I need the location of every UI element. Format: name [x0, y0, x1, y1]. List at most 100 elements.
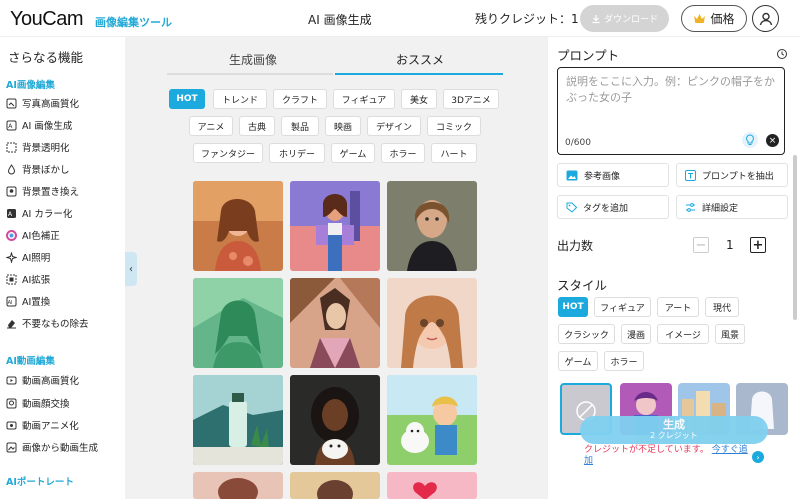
- add-tag-button[interactable]: タグを追加: [557, 195, 669, 219]
- tag-comic[interactable]: コミック: [427, 116, 481, 136]
- tab-underline-inactive: [167, 73, 333, 75]
- style-tag-art[interactable]: アート: [657, 297, 699, 317]
- sidebar-section-image: AI画像編集: [6, 80, 55, 91]
- sidebar-item-expand[interactable]: AI拡張: [6, 269, 50, 289]
- gallery-image[interactable]: [193, 472, 283, 499]
- tag-trend[interactable]: トレンド: [213, 89, 267, 109]
- sidebar-item-image-to-video[interactable]: 画像から動画生成: [6, 437, 98, 457]
- sidebar-item-bg-blur[interactable]: 背景ぼかし: [6, 159, 70, 179]
- app-logo[interactable]: YouCam: [10, 8, 83, 31]
- download-icon: [592, 14, 600, 23]
- sidebar-item-video-anime[interactable]: 動画アニメ化: [6, 415, 79, 435]
- tag-product[interactable]: 製品: [281, 116, 319, 136]
- reference-image-label: 参考画像: [584, 171, 621, 182]
- sidebar-item-colorize[interactable]: A AI カラー化: [6, 203, 72, 223]
- panel-scrollbar[interactable]: [793, 155, 797, 320]
- tag-craft[interactable]: クラフト: [273, 89, 327, 109]
- sidebar-section-video: AI動画編集: [6, 356, 55, 367]
- gallery-image[interactable]: [193, 375, 283, 465]
- video-anime-icon: [6, 420, 17, 431]
- tag-3d-anime[interactable]: 3Dアニメ: [443, 89, 499, 109]
- prompt-input[interactable]: 説明をここに入力。例：ピンクの帽子をかぶった女の子 0/600 ×: [557, 67, 785, 155]
- style-tag-hot[interactable]: HOT: [558, 297, 588, 317]
- sparkle-icon: [6, 251, 17, 263]
- sidebar-item-enhance[interactable]: 写真高画質化: [6, 93, 79, 113]
- tag-horror[interactable]: ホラー: [381, 143, 425, 163]
- gallery-image[interactable]: [387, 181, 477, 271]
- credits-remaining: 残りクレジット：1: [475, 12, 579, 26]
- style-tag-classic[interactable]: クラシック: [558, 324, 615, 344]
- gallery-image[interactable]: [193, 278, 283, 368]
- advanced-settings-button[interactable]: 詳細設定: [676, 195, 788, 219]
- sidebar-item-color-correct[interactable]: AI色補正: [6, 225, 60, 245]
- color-wheel-icon: [6, 229, 17, 241]
- gallery-image[interactable]: [290, 181, 380, 271]
- tag-design[interactable]: デザイン: [367, 116, 421, 136]
- sidebar-item-object-remove[interactable]: 不要なもの除去: [6, 313, 89, 333]
- price-label: 価格: [710, 12, 735, 26]
- svg-text:A: A: [8, 123, 13, 130]
- lightbulb-icon[interactable]: [742, 132, 758, 148]
- sidebar-item-label: 背景透明化: [22, 143, 70, 154]
- sidebar-item-replace[interactable]: AI AI置換: [6, 291, 50, 311]
- gallery-image[interactable]: [193, 181, 283, 271]
- style-tag-image[interactable]: イメージ: [657, 324, 709, 344]
- user-icon: [759, 12, 772, 25]
- gallery-image[interactable]: [290, 472, 380, 499]
- tag-movie[interactable]: 映画: [325, 116, 361, 136]
- gallery-image[interactable]: [290, 375, 380, 465]
- generate-cost: 2 クレジット: [650, 431, 698, 440]
- crown-icon: [694, 14, 706, 23]
- decrement-button[interactable]: −: [693, 237, 709, 253]
- history-icon[interactable]: [776, 48, 788, 63]
- clear-icon[interactable]: ×: [766, 134, 779, 147]
- sidebar-item-lighting[interactable]: AI照明: [6, 247, 50, 267]
- tag-figure[interactable]: フィギュア: [333, 89, 395, 109]
- sidebar-item-bg-replace[interactable]: 背景置き換え: [6, 181, 79, 201]
- gallery-image[interactable]: [387, 375, 477, 465]
- download-button[interactable]: ダウンロード: [580, 5, 669, 32]
- sidebar-item-video-enhance[interactable]: 動画高画質化: [6, 370, 79, 390]
- gallery-image[interactable]: [387, 278, 477, 368]
- price-button[interactable]: 価格: [681, 5, 747, 32]
- tag-fantasy[interactable]: ファンタジー: [193, 143, 263, 163]
- sidebar-item-face-swap[interactable]: 動画顔交換: [6, 393, 70, 413]
- user-avatar-button[interactable]: [752, 5, 779, 32]
- collapse-sidebar-button[interactable]: ‹: [125, 252, 137, 286]
- face-swap-icon: [6, 398, 17, 409]
- sidebar-item-label: AI 画像生成: [22, 121, 73, 132]
- sidebar-item-label: 写真高画質化: [22, 99, 80, 110]
- style-tag-modern[interactable]: 現代: [705, 297, 739, 317]
- tag-beauty[interactable]: 美女: [401, 89, 437, 109]
- extract-prompt-button[interactable]: プロンプトを抽出: [676, 163, 788, 187]
- chevron-right-icon[interactable]: ›: [752, 451, 764, 463]
- style-tag-figure[interactable]: フィギュア: [594, 297, 651, 317]
- increment-button[interactable]: +: [750, 237, 766, 253]
- ai-generate-icon: A: [6, 120, 17, 131]
- style-tag-game[interactable]: ゲーム: [558, 351, 598, 371]
- replace-icon: AI: [6, 296, 17, 307]
- sidebar-item-label: 動画顔交換: [22, 399, 70, 410]
- style-tag-horror[interactable]: ホラー: [604, 351, 644, 371]
- gallery-image[interactable]: [387, 472, 477, 499]
- reference-image-button[interactable]: 参考画像: [557, 163, 669, 187]
- style-tag-manga[interactable]: 漫画: [621, 324, 651, 344]
- style-title: スタイル: [557, 278, 608, 293]
- sidebar-item-ai-generate[interactable]: A AI 画像生成: [6, 115, 72, 135]
- generate-button[interactable]: 生成 2 クレジット: [580, 416, 768, 444]
- tab-generated[interactable]: 生成画像: [229, 51, 277, 68]
- tag-anime[interactable]: アニメ: [189, 116, 233, 136]
- tag-classic[interactable]: 古典: [239, 116, 275, 136]
- tag-hot[interactable]: HOT: [169, 89, 205, 109]
- tag-game[interactable]: ゲーム: [331, 143, 375, 163]
- tab-recommended[interactable]: おススメ: [396, 51, 444, 68]
- tag-holiday[interactable]: ホリデー: [269, 143, 325, 163]
- style-tag-landscape[interactable]: 風景: [715, 324, 745, 344]
- generate-label: 生成: [663, 418, 685, 431]
- sidebar-item-label: 動画アニメ化: [22, 421, 79, 432]
- sidebar-item-bg-remove[interactable]: 背景透明化: [6, 137, 70, 157]
- sidebar-item-label: 不要なもの除去: [22, 319, 89, 330]
- gallery-image[interactable]: [290, 278, 380, 368]
- prompt-placeholder: 説明をここに入力。例：ピンクの帽子をかぶった女の子: [566, 75, 775, 104]
- tag-heart[interactable]: ハート: [431, 143, 477, 163]
